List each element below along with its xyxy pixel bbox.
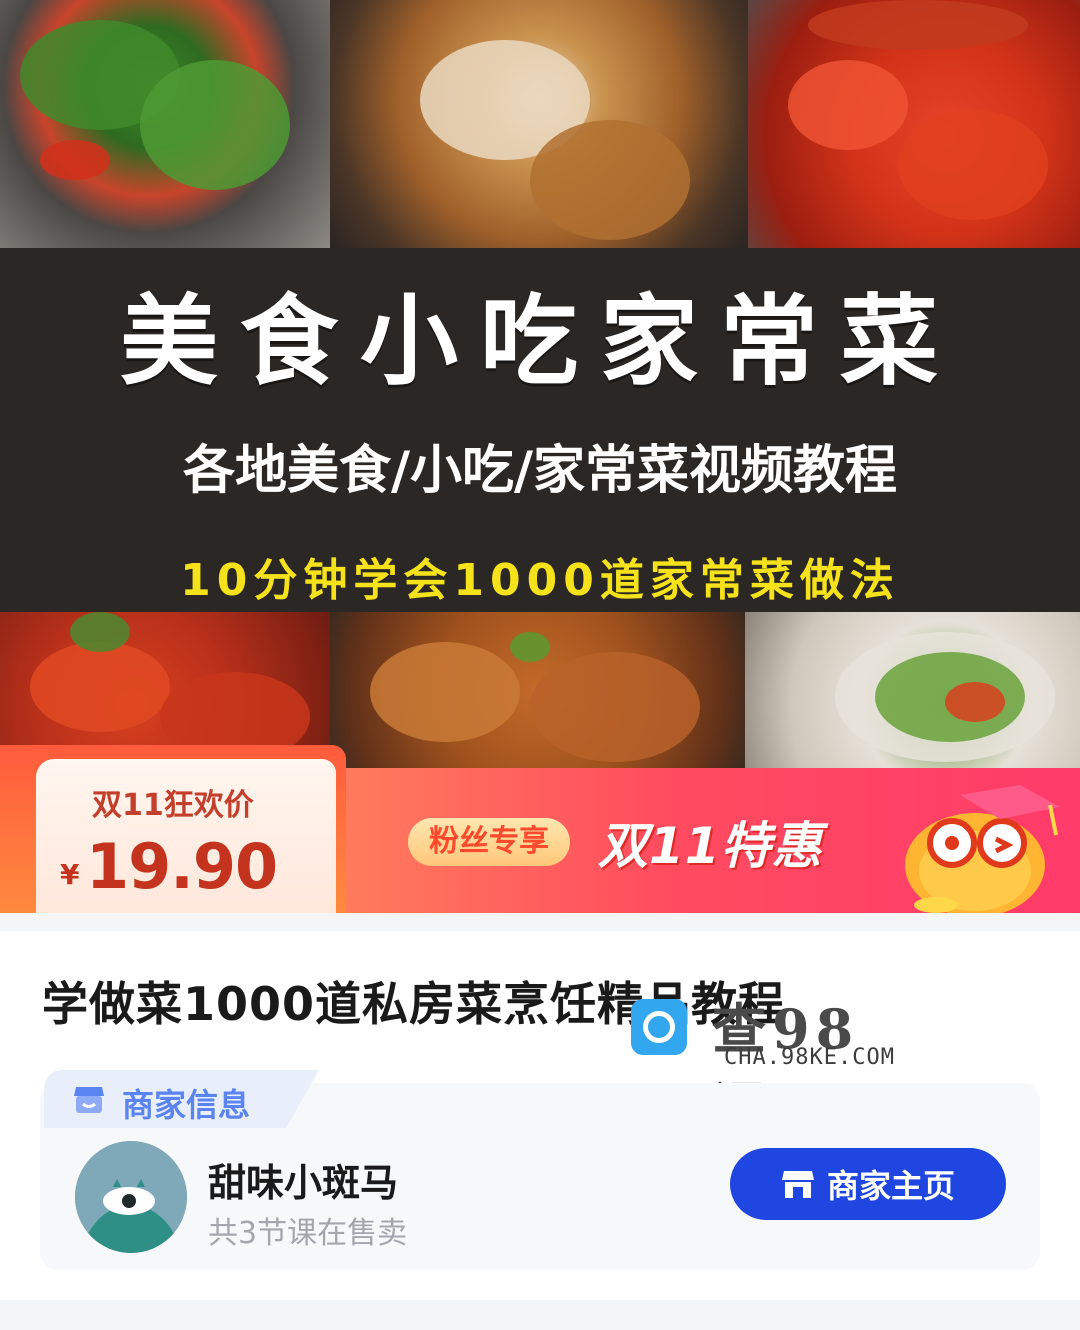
cover-subtitle: 各地美食/小吃/家常菜视频教程 — [183, 441, 897, 501]
event-title: 双11特惠 — [598, 817, 823, 875]
section-divider — [0, 913, 1080, 931]
merchant-course-count: 共3节课在售卖 — [208, 1216, 408, 1251]
merchant-avatar[interactable] — [75, 1141, 187, 1253]
currency-symbol: ¥ — [60, 858, 80, 891]
shop-icon — [781, 1171, 814, 1198]
watermark-logo-icon — [631, 999, 687, 1055]
bottom-spacer — [0, 1300, 1080, 1330]
price-value: 19.90 — [86, 830, 278, 903]
dish-photo-peppers — [0, 0, 330, 248]
price-label: 双11狂欢价 — [92, 788, 254, 823]
dish-photo-braised — [330, 0, 748, 248]
owl-mascot-icon — [905, 785, 1060, 915]
course-cover-image: 美食小吃家常菜 各地美食/小吃/家常菜视频教程 10分钟学会1000道家常菜做法 — [0, 0, 1080, 768]
cover-title: 美食小吃家常菜 — [119, 285, 960, 399]
merchant-section-label: 商家信息 — [122, 1086, 251, 1124]
merchant-home-label: 商家主页 — [826, 1168, 955, 1204]
watermark-url: CHA.98KE.COM — [724, 1045, 895, 1070]
merchant-name[interactable]: 甜味小斑马 — [208, 1152, 398, 1207]
watermark: 查98课 CHA.98KE.COM — [628, 985, 918, 1140]
merchant-home-button[interactable]: 商家主页 — [730, 1148, 1006, 1220]
fan-exclusive-badge: 粉丝专享 — [408, 818, 570, 866]
store-icon — [74, 1087, 104, 1113]
cover-tagline: 10分钟学会1000道家常菜做法 — [180, 555, 900, 606]
dish-photo-crayfish — [748, 0, 1080, 248]
